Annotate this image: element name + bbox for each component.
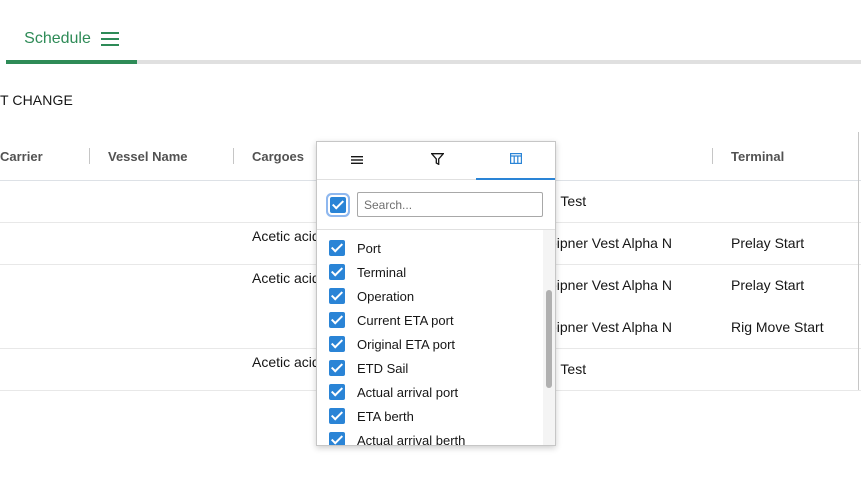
column-item-label: ETD Sail xyxy=(357,361,409,376)
column-header-terminal[interactable]: Terminal xyxy=(731,149,784,164)
column-item-actual-arrival-port[interactable]: Actual arrival port xyxy=(317,380,541,404)
cell-location: eipner Vest Alpha N xyxy=(549,235,672,251)
hamburger-icon[interactable] xyxy=(100,32,119,46)
columns-icon xyxy=(510,152,523,168)
tab-columns[interactable] xyxy=(476,142,555,180)
column-item-label: Current ETA port xyxy=(357,313,454,328)
menu-lines-icon xyxy=(351,153,363,169)
column-search-input[interactable] xyxy=(357,192,543,217)
column-header-cargoes[interactable]: Cargoes xyxy=(252,149,304,164)
grid-right-border xyxy=(858,132,859,390)
tab-general[interactable] xyxy=(317,142,397,180)
active-tab-indicator xyxy=(6,60,137,64)
column-item-label: Original ETA port xyxy=(357,337,456,352)
tab-bar: Schedule xyxy=(0,0,861,64)
column-item-port[interactable]: Port xyxy=(317,236,541,260)
column-resize-handle[interactable] xyxy=(712,148,713,164)
cell-location: eipner Vest Alpha N xyxy=(549,277,672,293)
cell-location: eipner Vest Alpha N xyxy=(549,319,672,335)
column-item-label: ETA berth xyxy=(357,409,414,424)
column-item-label: Operation xyxy=(357,289,415,304)
column-item-label: Actual arrival port xyxy=(357,385,459,400)
column-checkbox[interactable] xyxy=(329,288,345,304)
column-checkbox[interactable] xyxy=(329,360,345,376)
column-resize-handle[interactable] xyxy=(89,148,90,164)
column-header-carrier[interactable]: Carrier xyxy=(0,149,43,164)
column-search-row xyxy=(317,180,555,230)
cell-cargo: Acetic acid xyxy=(252,354,320,370)
column-list-scrollbar[interactable] xyxy=(543,230,555,445)
column-menu-tabs xyxy=(317,142,555,180)
column-item-original-eta-port[interactable]: Original ETA port xyxy=(317,332,541,356)
cell-terminal: Prelay Start xyxy=(731,235,805,251)
column-item-label: Actual arrival berth xyxy=(357,433,466,446)
section-title: T CHANGE xyxy=(0,92,73,108)
column-item-label: Port xyxy=(357,241,381,256)
tab-schedule[interactable]: Schedule xyxy=(6,14,137,64)
column-header-vessel-name[interactable]: Vessel Name xyxy=(108,149,188,164)
column-checkbox[interactable] xyxy=(329,336,345,352)
column-item-operation[interactable]: Operation xyxy=(317,284,541,308)
column-item-eta-berth[interactable]: ETA berth xyxy=(317,404,541,428)
cell-cargo: Acetic acid xyxy=(252,228,320,244)
column-checkbox[interactable] xyxy=(329,384,345,400)
tab-bar-divider xyxy=(137,60,861,64)
column-checkbox[interactable] xyxy=(329,408,345,424)
column-item-actual-arrival-berth[interactable]: Actual arrival berth xyxy=(317,428,541,446)
cell-terminal: Prelay Start xyxy=(731,277,805,293)
column-resize-handle[interactable] xyxy=(233,148,234,164)
column-item-current-eta-port[interactable]: Current ETA port xyxy=(317,308,541,332)
column-item-label: Terminal xyxy=(357,265,407,280)
column-checkbox[interactable] xyxy=(329,240,345,256)
column-checkbox[interactable] xyxy=(329,312,345,328)
tab-schedule-label: Schedule xyxy=(24,30,91,47)
cell-terminal: Rig Move Start xyxy=(731,319,824,335)
column-item-etd-sail[interactable]: ETD Sail xyxy=(317,356,541,380)
cell-cargo: Acetic acid xyxy=(252,270,320,286)
select-all-checkbox[interactable] xyxy=(330,197,346,213)
tab-filter[interactable] xyxy=(397,142,477,180)
column-item-terminal[interactable]: Terminal xyxy=(317,260,541,284)
filter-icon xyxy=(429,153,445,169)
scrollbar-thumb[interactable] xyxy=(546,290,552,388)
column-list: Port Terminal Operation Current ETA port… xyxy=(317,230,541,446)
column-checkbox[interactable] xyxy=(329,432,345,445)
column-checkbox[interactable] xyxy=(329,264,345,280)
column-menu-popup: Port Terminal Operation Current ETA port… xyxy=(316,141,556,446)
